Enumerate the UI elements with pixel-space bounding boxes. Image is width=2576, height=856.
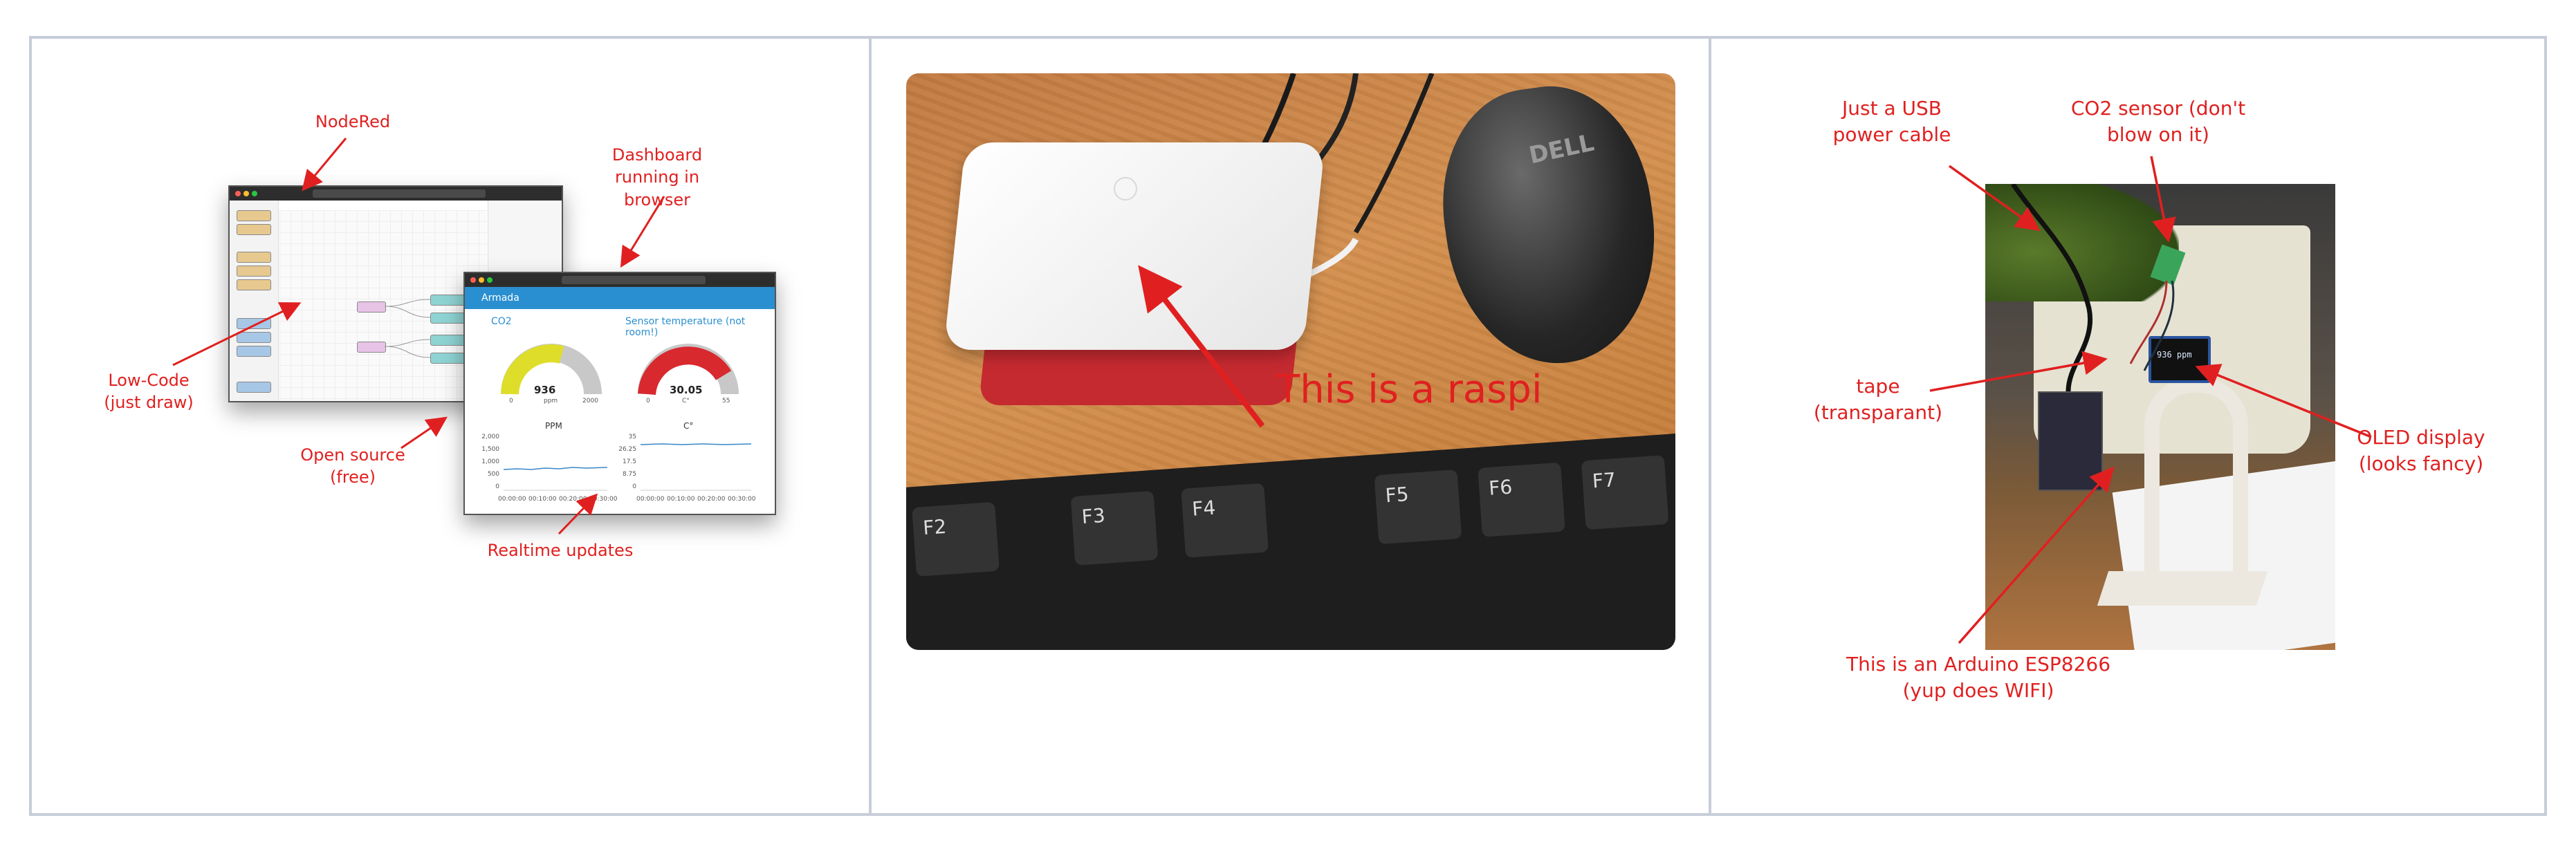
- panel3-arrows: [1929, 156, 2372, 644]
